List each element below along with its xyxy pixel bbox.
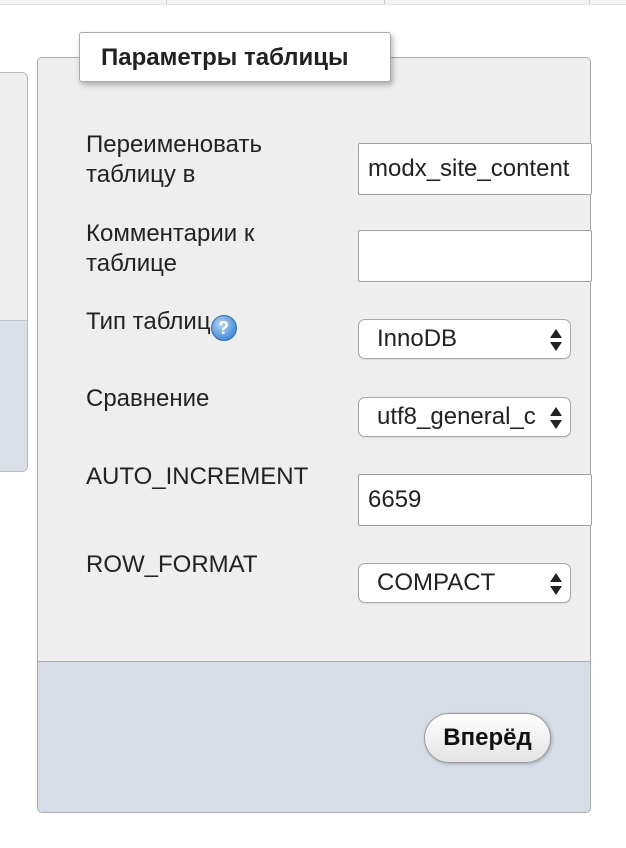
fieldset-legend: Параметры таблицы xyxy=(79,32,391,82)
row-format-value: COMPACT xyxy=(377,569,496,596)
rename-table-input[interactable] xyxy=(358,143,592,195)
top-tab-strip xyxy=(0,0,626,5)
adjacent-fieldset-footer xyxy=(0,320,27,471)
tab-divider xyxy=(166,0,167,4)
row-format-select[interactable]: COMPACT xyxy=(358,563,571,603)
storage-engine-label: Тип таблиц? xyxy=(86,307,336,341)
storage-engine-select[interactable]: InnoDB xyxy=(358,319,571,359)
select-arrows-icon xyxy=(550,573,562,595)
row-format-label: ROW_FORMAT xyxy=(86,551,258,578)
collation-value: utf8_general_c xyxy=(377,403,536,430)
table-comments-input[interactable] xyxy=(358,230,592,282)
help-icon[interactable]: ? xyxy=(210,315,237,341)
auto-increment-input[interactable] xyxy=(358,474,592,526)
select-arrows-icon xyxy=(550,407,562,429)
tab-divider xyxy=(589,0,590,4)
rename-table-label: Переименовать таблицу в xyxy=(86,131,262,188)
tab-divider xyxy=(384,0,385,4)
storage-engine-value: InnoDB xyxy=(377,325,458,352)
select-arrows-icon xyxy=(550,329,562,351)
collation-label: Сравнение xyxy=(86,385,210,412)
storage-engine-label-text: Тип таблиц xyxy=(86,308,211,335)
table-comments-label: Комментарии к таблице xyxy=(86,220,255,277)
adjacent-fieldset xyxy=(0,72,28,472)
collation-select[interactable]: utf8_general_c xyxy=(358,397,571,437)
go-button[interactable]: Вперёд xyxy=(424,713,551,763)
auto-increment-label: AUTO_INCREMENT xyxy=(86,463,309,490)
